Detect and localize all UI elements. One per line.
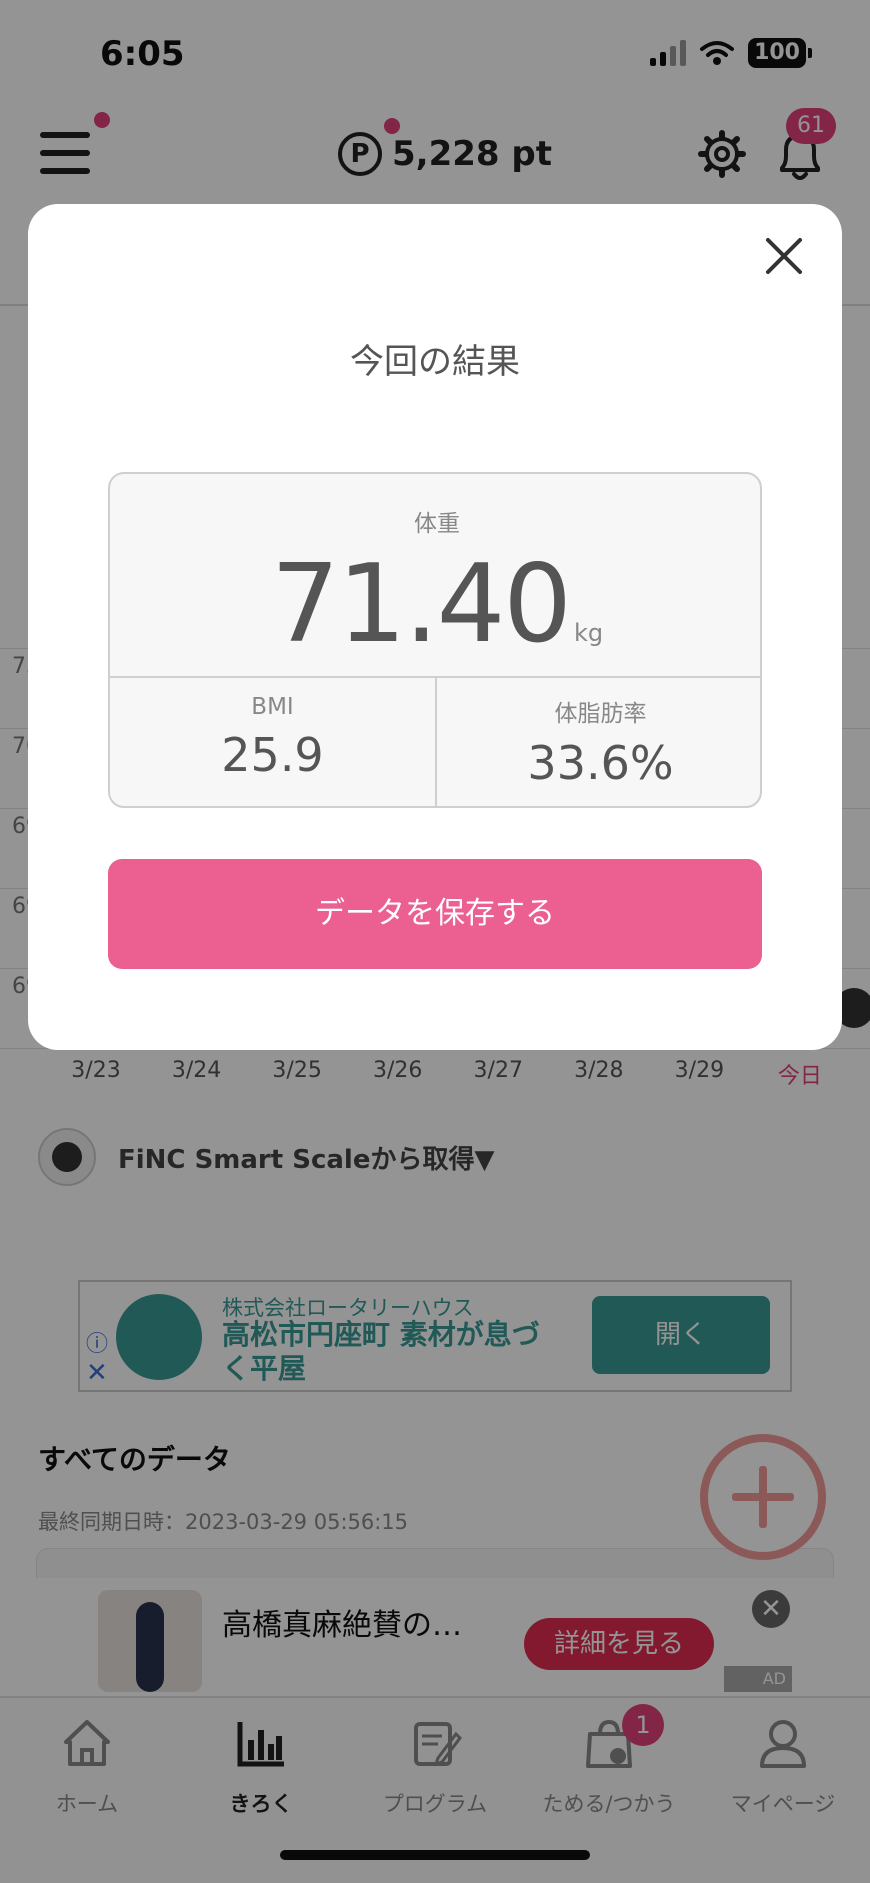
weight-section: 体重 71.40 kg	[110, 474, 760, 678]
bmi-section: BMI 25.9	[110, 678, 437, 806]
result-modal: 今回の結果 体重 71.40 kg BMI 25.9 体脂肪率 33.6% データ…	[28, 204, 842, 1050]
weight-label: 体重	[414, 511, 460, 537]
app-screen: 6:05 100 P 5,228 pt 61 73 70 69 69 69 3/…	[0, 0, 870, 1883]
weight-readout: 71.40 kg	[110, 542, 760, 667]
bmi-value: 25.9	[221, 728, 324, 782]
body-fat-label: 体脂肪率	[554, 701, 647, 727]
weight-value: 71.40	[270, 542, 572, 667]
weight-unit: kg	[574, 619, 604, 647]
close-icon[interactable]	[756, 228, 812, 284]
bmi-label: BMI	[251, 694, 294, 720]
body-fat-section: 体脂肪率 33.6%	[437, 678, 760, 806]
result-panel: 体重 71.40 kg BMI 25.9 体脂肪率 33.6%	[108, 472, 762, 808]
save-data-button[interactable]: データを保存する	[108, 859, 762, 969]
body-fat-value: 33.6%	[527, 736, 674, 790]
modal-title: 今回の結果	[350, 342, 520, 382]
